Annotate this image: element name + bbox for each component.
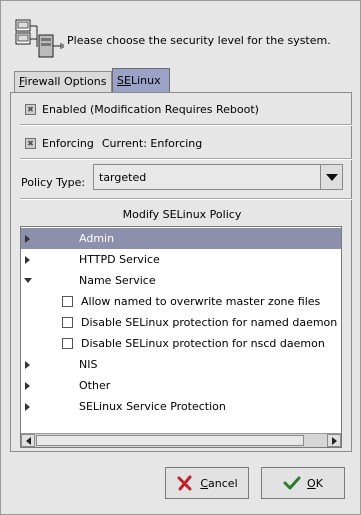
scroll-left-arrow-icon[interactable] bbox=[21, 434, 35, 447]
expander-expanded-icon[interactable] bbox=[24, 278, 32, 283]
tree-row-option[interactable]: Disable SELinux protection for nscd daem… bbox=[21, 333, 341, 354]
tab-firewall-options[interactable]: Firewall Options bbox=[14, 71, 112, 92]
horizontal-scrollbar[interactable] bbox=[21, 433, 341, 447]
ok-mnemonic: O bbox=[307, 476, 316, 490]
tree-row-label: Other bbox=[79, 379, 111, 392]
tree-row-label: HTTPD Service bbox=[79, 253, 160, 266]
expander-collapsed-icon[interactable] bbox=[25, 403, 30, 411]
expander-collapsed-icon[interactable] bbox=[25, 361, 30, 369]
option-label: Disable SELinux protection for nscd daem… bbox=[81, 337, 325, 350]
modify-policy-title: Modify SELinux Policy bbox=[122, 208, 242, 221]
tree-row-option[interactable]: Allow named to overwrite master zone fil… bbox=[21, 291, 341, 312]
cancel-mnemonic: C bbox=[200, 476, 209, 490]
ok-button[interactable]: OK bbox=[261, 467, 345, 499]
policy-type-combobox[interactable]: targeted bbox=[93, 164, 343, 190]
divider bbox=[20, 198, 352, 200]
tree-row-label: Name Service bbox=[79, 274, 156, 287]
computers-network-icon bbox=[15, 19, 64, 58]
scroll-right-arrow-icon[interactable] bbox=[327, 434, 341, 447]
ok-check-icon bbox=[283, 474, 301, 492]
enforcing-checkbox[interactable] bbox=[25, 138, 36, 149]
tab-selinux[interactable]: SELinux bbox=[112, 68, 170, 92]
option-checkbox[interactable] bbox=[62, 317, 73, 328]
tree-row-httpd-service[interactable]: HTTPD Service bbox=[21, 249, 341, 270]
cancel-x-icon bbox=[176, 474, 194, 492]
enforcing-label: Enforcing bbox=[42, 137, 94, 150]
tree-row-other[interactable]: Other bbox=[21, 375, 341, 396]
current-mode-label: Current: Enforcing bbox=[101, 137, 203, 150]
tree-row-label: Admin bbox=[79, 232, 115, 245]
scrollbar-thumb[interactable] bbox=[36, 435, 304, 446]
divider bbox=[20, 158, 352, 160]
divider bbox=[20, 124, 352, 126]
enabled-checkbox-row[interactable]: Enabled (Modification Requires Reboot) bbox=[25, 103, 259, 116]
tree-row-name-service[interactable]: Name Service bbox=[21, 270, 341, 291]
tree-row-nis[interactable]: NIS bbox=[21, 354, 341, 375]
tree-row-label: SELinux Service Protection bbox=[79, 400, 226, 413]
header-description: Please choose the security level for the… bbox=[67, 34, 331, 47]
expander-collapsed-icon[interactable] bbox=[25, 256, 30, 264]
option-checkbox[interactable] bbox=[62, 296, 73, 307]
expander-collapsed-icon[interactable] bbox=[25, 382, 30, 390]
tree-row-label: NIS bbox=[79, 358, 98, 371]
enabled-checkbox[interactable] bbox=[25, 104, 36, 115]
policy-type-label: Policy Type: bbox=[21, 176, 86, 189]
cancel-button[interactable]: Cancel bbox=[165, 467, 249, 499]
selinux-panel: Enabled (Modification Requires Reboot) E… bbox=[10, 92, 352, 452]
ok-label: K bbox=[315, 476, 323, 490]
option-checkbox[interactable] bbox=[62, 338, 73, 349]
option-label: Allow named to overwrite master zone fil… bbox=[81, 295, 321, 308]
chevron-down-icon[interactable] bbox=[320, 165, 342, 189]
option-label: Disable SELinux protection for named dae… bbox=[81, 316, 338, 329]
tree-row-admin[interactable]: Admin bbox=[21, 228, 341, 249]
policy-type-value: targeted bbox=[99, 170, 147, 184]
security-level-window: Please choose the security level for the… bbox=[0, 0, 361, 515]
expander-collapsed-icon[interactable] bbox=[25, 235, 30, 243]
tree-row-selinux-service-protection[interactable]: SELinux Service Protection bbox=[21, 396, 341, 417]
tab-firewall-label: irewall Options bbox=[24, 75, 107, 88]
tab-selinux-label: Linux bbox=[130, 74, 161, 87]
cancel-label: ancel bbox=[208, 476, 238, 490]
enforcing-checkbox-row[interactable]: Enforcing Current: Enforcing bbox=[25, 137, 202, 150]
policy-tree[interactable]: Admin HTTPD Service Name Service Allow n… bbox=[20, 226, 342, 448]
enabled-label: Enabled (Modification Requires Reboot) bbox=[42, 103, 259, 116]
tree-row-option[interactable]: Disable SELinux protection for named dae… bbox=[21, 312, 341, 333]
tab-selinux-mnemonic: SE bbox=[117, 74, 131, 87]
